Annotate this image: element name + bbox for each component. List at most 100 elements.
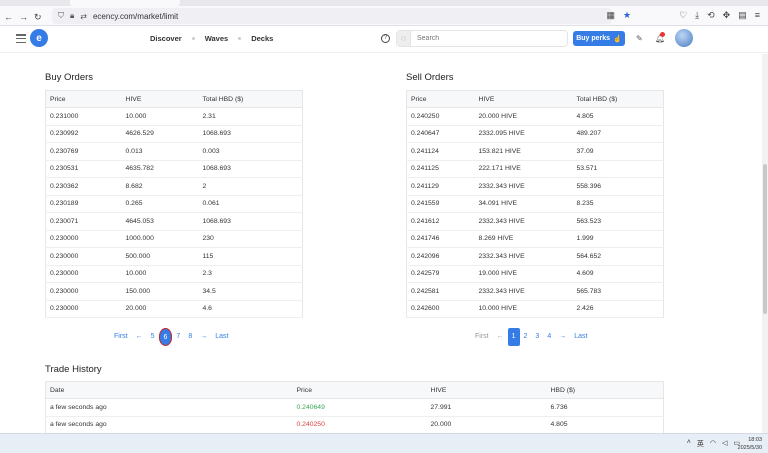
table-row[interactable]: 0.241559 34.091 HIVE 8.235: [406, 195, 664, 213]
table-row[interactable]: 0.241124 153.821 HIVE 37.09: [406, 142, 664, 161]
pager-last-button[interactable]: Last: [570, 328, 591, 346]
table-row[interactable]: 0.242096 2332.343 HIVE 564.652: [406, 247, 664, 266]
price-cell: 0.230000: [45, 230, 122, 248]
pager-page-4[interactable]: 4: [543, 328, 555, 346]
price-cell: 0.240649: [292, 398, 427, 417]
pager-page-1[interactable]: 1: [507, 328, 520, 346]
pocket-icon[interactable]: ♡: [679, 10, 687, 21]
table-row[interactable]: 0.241612 2332.343 HIVE 563.523: [406, 212, 664, 231]
hive-cell: 1000.000: [121, 230, 199, 248]
pager-last-button[interactable]: Last: [211, 328, 232, 346]
extensions-icon[interactable]: ▦: [606, 10, 615, 21]
page-scrollbar[interactable]: [762, 54, 768, 434]
total-cell: 1068.693: [198, 125, 303, 143]
pager-prev-arrow-icon[interactable]: ←: [493, 328, 508, 346]
pager-page-5[interactable]: 5: [147, 328, 159, 346]
ecency-logo[interactable]: e: [30, 29, 48, 47]
table-row[interactable]: 0.230071 4645.053 1068.693: [45, 212, 303, 231]
help-icon[interactable]: ?: [381, 34, 390, 43]
profile-icon[interactable]: ▤: [738, 10, 747, 21]
table-row[interactable]: 0.241746 8.269 HIVE 1.999: [406, 230, 664, 248]
reload-icon[interactable]: ↻: [34, 12, 42, 23]
edit-icon[interactable]: ✎: [636, 34, 643, 43]
price-cell: 0.230189: [45, 195, 122, 213]
pager-page-3[interactable]: 3: [531, 328, 543, 346]
puzzle-icon[interactable]: ✥: [723, 10, 731, 21]
address-bar[interactable]: ⛉ 🔒︎ ⇄ ecency.com/market/limit: [52, 8, 612, 24]
total-cell: 0.061: [198, 195, 303, 213]
search-box[interactable]: ◌: [396, 30, 568, 47]
search-mode-icon[interactable]: ◌: [397, 31, 411, 46]
price-cell: 0.241746: [406, 230, 475, 248]
price-cell: 0.240250: [292, 416, 427, 434]
table-row[interactable]: 0.231000 10.000 2.31: [45, 107, 303, 126]
buy-orders-title: Buy Orders: [45, 72, 94, 83]
table-row[interactable]: 0.242579 19.000 HIVE 4.609: [406, 265, 664, 283]
pager-first-button[interactable]: First: [471, 328, 493, 346]
pager-page-2[interactable]: 2: [520, 328, 532, 346]
wifi-icon[interactable]: ◠: [710, 439, 716, 449]
notification-badge: [660, 32, 665, 37]
col-hbd: HBD ($): [546, 381, 664, 399]
forward-arrow-icon[interactable]: →: [19, 12, 28, 23]
back-arrow-icon[interactable]: ←: [4, 12, 13, 23]
table-row[interactable]: 0.230769 0.013 0.003: [45, 142, 303, 161]
table-row[interactable]: 0.230000 10.000 2.3: [45, 265, 303, 283]
nav-waves[interactable]: Waves: [205, 34, 229, 43]
search-input[interactable]: [411, 35, 561, 42]
sell-orders-pagination: First ← 1 2 3 4 → Last: [471, 328, 591, 346]
table-row[interactable]: 0.240647 2332.095 HIVE 489.207: [406, 125, 664, 143]
buy-perks-button[interactable]: Buy perks ☝: [573, 31, 625, 46]
table-row[interactable]: 0.230189 0.265 0.061: [45, 195, 303, 213]
table-row[interactable]: a few seconds ago 0.240250 20.000 4.805: [45, 416, 664, 434]
hamburger-menu-icon[interactable]: [16, 34, 26, 43]
scrollbar-thumb[interactable]: [763, 164, 767, 314]
table-row[interactable]: 0.230531 4635.782 1068.693: [45, 160, 303, 178]
table-row[interactable]: 0.242581 2332.343 HIVE 565.783: [406, 282, 664, 301]
trade-history-table: Date Price HIVE HBD ($) a few seconds ag…: [45, 381, 664, 434]
bookmark-star-icon[interactable]: ★: [623, 10, 631, 21]
pager-prev-arrow-icon[interactable]: ←: [132, 328, 147, 346]
hive-cell: 0.013: [121, 142, 199, 161]
price-cell: 0.242581: [406, 282, 475, 301]
table-row[interactable]: 0.241125 222.171 HIVE 53.571: [406, 160, 664, 178]
price-cell: 0.230071: [45, 212, 122, 231]
table-row[interactable]: 0.230362 8.682 2: [45, 177, 303, 196]
buy-orders-table: Price HIVE Total HBD ($) 0.231000 10.000 2…: [45, 90, 303, 318]
total-cell: 2.426: [572, 300, 664, 318]
permissions-icon[interactable]: ⇄: [80, 12, 87, 21]
pager-next-arrow-icon[interactable]: →: [196, 328, 211, 346]
menu-icon[interactable]: ≡: [755, 10, 760, 21]
pager-page-8[interactable]: 8: [184, 328, 196, 346]
system-clock[interactable]: 18:03 2025/5/30: [738, 436, 762, 452]
hive-cell: 34.091 HIVE: [474, 195, 573, 213]
table-row[interactable]: 0.230000 20.000 4.6: [45, 300, 303, 318]
shield-icon[interactable]: ⛉: [58, 11, 64, 21]
avatar[interactable]: [675, 29, 693, 47]
table-row[interactable]: a few seconds ago 0.240649 27.991 6.736: [45, 398, 664, 417]
history-icon[interactable]: ⟲: [707, 10, 715, 21]
pager-next-arrow-icon[interactable]: →: [555, 328, 570, 346]
nav-discover[interactable]: Discover: [150, 34, 182, 43]
table-row[interactable]: 0.242600 10.000 HIVE 2.426: [406, 300, 664, 318]
lock-icon[interactable]: 🔒︎: [70, 11, 74, 21]
table-row[interactable]: 0.230000 500.000 115: [45, 247, 303, 266]
pager-first-button[interactable]: First: [110, 328, 132, 346]
table-row[interactable]: 0.230992 4626.529 1068.693: [45, 125, 303, 143]
ime-indicator[interactable]: 英: [697, 439, 704, 449]
download-icon[interactable]: ⤓: [695, 10, 699, 21]
volume-icon[interactable]: ◁: [722, 439, 727, 449]
table-row[interactable]: 0.241129 2332.343 HIVE 558.396: [406, 177, 664, 196]
total-cell: 53.571: [572, 160, 664, 178]
pager-page-6[interactable]: 6: [158, 328, 173, 346]
total-cell: 34.5: [198, 282, 303, 301]
table-row[interactable]: 0.230000 150.000 34.5: [45, 282, 303, 301]
url-text[interactable]: ecency.com/market/limit: [93, 12, 178, 21]
nav-decks[interactable]: Decks: [251, 34, 273, 43]
table-row[interactable]: 0.240250 20.000 HIVE 4.805: [406, 107, 664, 126]
table-row[interactable]: 0.230000 1000.000 230: [45, 230, 303, 248]
chevron-up-icon[interactable]: ˄: [687, 439, 691, 449]
price-cell: 0.241559: [406, 195, 475, 213]
date-cell: a few seconds ago: [45, 416, 293, 434]
pager-page-7[interactable]: 7: [172, 328, 184, 346]
